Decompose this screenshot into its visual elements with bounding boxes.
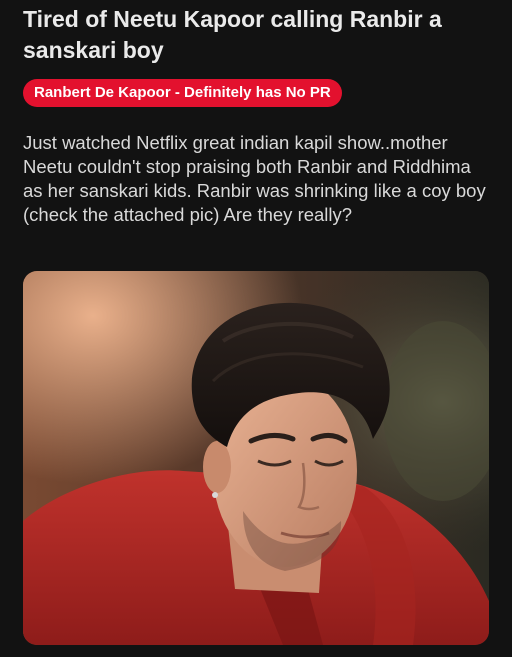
post-image[interactable]	[23, 271, 489, 645]
post-image-photo	[23, 271, 489, 645]
post-card: Tired of Neetu Kapoor calling Ranbir a s…	[0, 0, 512, 657]
post-body: Just watched Netflix great indian kapil …	[23, 132, 486, 225]
post-title[interactable]: Tired of Neetu Kapoor calling Ranbir a s…	[23, 4, 493, 66]
post-flair[interactable]: Ranbert De Kapoor - Definitely has No PR	[23, 79, 342, 107]
